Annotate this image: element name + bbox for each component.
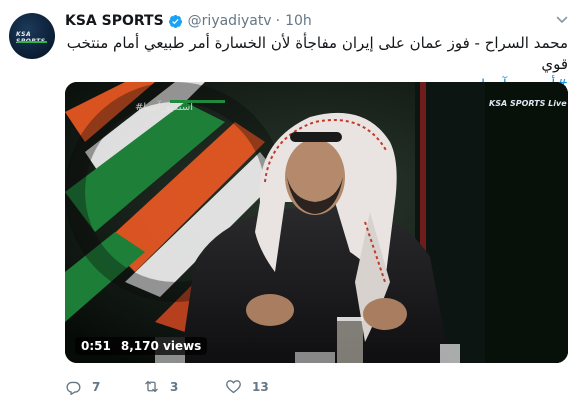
- video-player[interactable]: #استديو_آسيا KSA SPORTS Live 0:51 8,170 …: [65, 82, 568, 363]
- avatar-logo-bar: [17, 41, 47, 43]
- video-stats-badge: 0:51 8,170 views: [75, 337, 208, 355]
- heart-icon: [226, 380, 241, 394]
- verified-icon: [168, 14, 182, 28]
- svg-text:KSA SPORTS Live: KSA SPORTS Live: [489, 99, 567, 108]
- video-frame: #استديو_آسيا KSA SPORTS Live: [65, 82, 568, 363]
- retweet-button[interactable]: 3: [143, 378, 178, 395]
- channel-bug: KSA SPORTS Live: [489, 99, 567, 108]
- like-count: 13: [252, 379, 269, 394]
- like-button[interactable]: 13: [225, 378, 269, 395]
- reply-count: 7: [92, 379, 101, 394]
- separator-dot: ·: [275, 13, 281, 29]
- tweet-text-line: محمد السراح - فوز عمان على إيران مفاجأة …: [66, 34, 568, 73]
- retweet-count: 3: [170, 379, 179, 394]
- video-duration: 0:51: [81, 339, 111, 353]
- reply-icon: [66, 381, 81, 395]
- tweet-time[interactable]: 10h: [285, 13, 312, 29]
- retweet-icon: [145, 380, 158, 393]
- reply-button[interactable]: 7: [65, 378, 100, 395]
- avatar[interactable]: KSA SPORTS: [9, 13, 55, 59]
- chevron-down-icon[interactable]: [556, 14, 568, 26]
- video-views: 8,170 views: [120, 339, 202, 353]
- author-handle[interactable]: @riyadiyatv: [188, 13, 272, 29]
- tweet-header: KSA SPORTS @riyadiyatv · 10h: [65, 11, 312, 31]
- author-name[interactable]: KSA SPORTS: [65, 13, 164, 29]
